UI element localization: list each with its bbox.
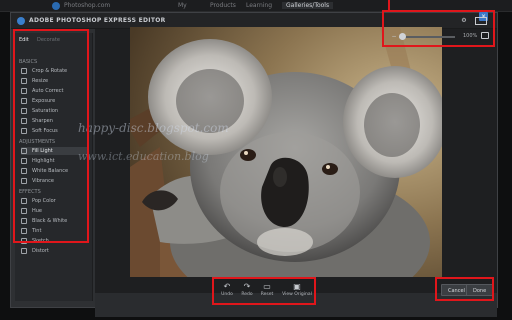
tool-label: Sketch <box>32 238 49 244</box>
fit-to-screen-icon[interactable] <box>481 32 489 39</box>
tool-label: Pop Color <box>32 198 56 204</box>
zoom-slider-handle[interactable] <box>399 33 407 40</box>
zoom-slider-track[interactable] <box>399 36 455 38</box>
group-effects-title[interactable]: EFFECTS <box>19 189 41 195</box>
tool-pop-color[interactable]: Pop Color <box>21 197 89 205</box>
gear-icon[interactable]: ⚙ <box>459 17 469 25</box>
tool-label: Vibrance <box>32 178 54 184</box>
soft-focus-icon <box>21 128 27 134</box>
exposure-icon <box>21 98 27 104</box>
highlight-icon <box>21 158 27 164</box>
saturation-icon <box>21 108 27 114</box>
crop-icon <box>21 68 27 74</box>
site-logo-icon <box>52 2 60 10</box>
tool-black-white[interactable]: Black & White <box>21 217 89 225</box>
reset-icon: ▭ <box>263 282 271 291</box>
tab-decorate[interactable]: Decorate <box>37 37 60 43</box>
undo-icon: ↶ <box>223 282 231 291</box>
reset-button[interactable]: ▭ Reset <box>256 281 278 301</box>
zoom-level: 100% <box>463 33 478 39</box>
tool-label: Tint <box>32 228 42 234</box>
undo-button[interactable]: ↶ Undo <box>216 281 238 301</box>
tool-label: Exposure <box>32 98 56 104</box>
fill-light-icon <box>21 148 27 154</box>
tool-sketch[interactable]: Sketch <box>21 237 89 245</box>
view-original-label: View Original <box>282 292 312 297</box>
tool-auto-correct[interactable]: Auto Correct <box>21 87 89 95</box>
editor-title: ADOBE PHOTOSHOP EXPRESS EDITOR <box>29 17 166 24</box>
tool-vibrance[interactable]: Vibrance <box>21 177 89 185</box>
done-button[interactable]: Done <box>466 284 494 296</box>
tool-label: Highlight <box>32 158 55 164</box>
distort-icon <box>21 248 27 254</box>
tab-edit[interactable]: Edit <box>19 37 29 43</box>
tool-label: Soft Focus <box>32 128 58 134</box>
tool-label: Black & White <box>32 218 68 224</box>
annotation-tick <box>388 0 390 10</box>
tool-label: Auto Correct <box>32 88 64 94</box>
tool-label: Resize <box>32 78 49 84</box>
site-nav-products[interactable]: Products <box>210 2 236 9</box>
tool-label: Hue <box>32 208 43 214</box>
black-white-icon <box>21 218 27 224</box>
tool-label: Saturation <box>32 108 59 114</box>
site-nav-my[interactable]: My <box>178 2 187 9</box>
zoom-out-icon[interactable]: − <box>391 33 397 41</box>
watermark-line2: www.ict.education.blog <box>78 150 209 163</box>
tint-icon <box>21 228 27 234</box>
redo-label: Redo <box>241 292 253 297</box>
tool-crop-rotate[interactable]: Crop & Rotate <box>21 67 89 75</box>
screenshot: Photoshop.com My Products Learning Galle… <box>0 0 512 320</box>
tool-exposure[interactable]: Exposure <box>21 97 89 105</box>
tool-label: Crop & Rotate <box>32 68 68 74</box>
hue-icon <box>21 208 27 214</box>
redo-button[interactable]: ↷ Redo <box>236 281 258 301</box>
sharpen-icon <box>21 118 27 124</box>
tool-hue[interactable]: Hue <box>21 207 89 215</box>
watermark-line1: happy-disc.blogspot.com <box>78 121 229 135</box>
tool-label: Fill Light <box>32 148 53 154</box>
reset-label: Reset <box>260 292 274 297</box>
tool-tint[interactable]: Tint <box>21 227 89 235</box>
white-balance-icon <box>21 168 27 174</box>
fullscreen-icon[interactable] <box>475 17 487 25</box>
resize-icon <box>21 78 27 84</box>
view-original-icon: ▣ <box>293 282 301 291</box>
group-basics-title[interactable]: BASICS <box>19 59 37 65</box>
undo-label: Undo <box>221 292 233 297</box>
vibrance-icon <box>21 178 27 184</box>
tool-label: Distort <box>32 248 49 254</box>
site-header: Photoshop.com My Products Learning Galle… <box>0 0 512 12</box>
view-controls: × ⚙ − 100% <box>385 12 492 48</box>
group-adjustments-title[interactable]: ADJUSTMENTS <box>19 139 55 145</box>
tool-saturation[interactable]: Saturation <box>21 107 89 115</box>
sketch-icon <box>21 238 27 244</box>
site-nav-learning[interactable]: Learning <box>246 2 272 9</box>
tool-label: Sharpen <box>32 118 53 124</box>
site-nav-galleries[interactable]: Galleries/Tools <box>282 2 334 9</box>
view-original-button[interactable]: ▣ View Original <box>280 281 314 301</box>
wand-icon <box>21 88 27 94</box>
tool-white-balance[interactable]: White Balance <box>21 167 89 175</box>
tool-panel: Edit Decorate BASICS Crop & Rotate Resiz… <box>15 33 93 301</box>
pop-color-icon <box>21 198 27 204</box>
redo-icon: ↷ <box>243 282 251 291</box>
photoshop-icon <box>17 17 25 25</box>
tool-distort[interactable]: Distort <box>21 247 89 255</box>
site-brand[interactable]: Photoshop.com <box>64 2 110 9</box>
tool-label: White Balance <box>32 168 69 174</box>
tool-resize[interactable]: Resize <box>21 77 89 85</box>
